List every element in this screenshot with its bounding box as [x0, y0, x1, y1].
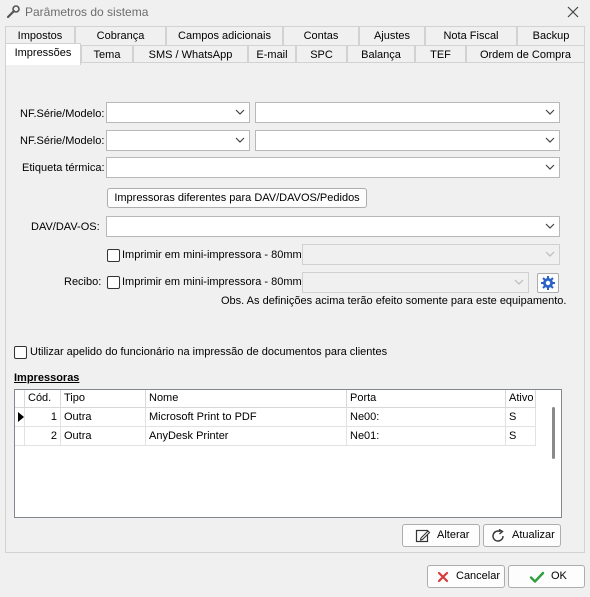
recibo-label: Recibo:: [64, 276, 102, 288]
ok-label: OK: [551, 570, 567, 582]
recibo-mini-label: Imprimir em mini-impressora - 80mm: [122, 276, 302, 288]
nf-serie-select-2[interactable]: [106, 130, 250, 151]
window-title: Parâmetros do sistema: [25, 5, 149, 19]
title-bar: Parâmetros do sistema: [0, 0, 590, 24]
table-cell-ativo[interactable]: S: [506, 408, 536, 427]
table-cell-tipo[interactable]: Outra: [61, 427, 146, 446]
tab-nota-fiscal[interactable]: Nota Fiscal: [425, 26, 517, 45]
col-header-cod[interactable]: Cód.: [25, 390, 61, 408]
impressoras-diferentes-button[interactable]: Impressoras diferentes para DAV/DAVOS/Pe…: [107, 188, 367, 208]
cancelar-button[interactable]: Cancelar: [427, 565, 505, 588]
chevron-down-icon: [545, 137, 555, 143]
refresh-icon: [492, 528, 504, 542]
mini-impressora-checkbox[interactable]: [107, 249, 120, 262]
table-cell-nome[interactable]: AnyDesk Printer: [146, 427, 347, 446]
mini-impressora-select[interactable]: [302, 244, 560, 265]
nf-serie-select[interactable]: [106, 102, 250, 123]
chevron-down-icon: [235, 109, 245, 115]
etiqueta-label: Etiqueta térmica:: [22, 162, 105, 174]
alterar-label: Alterar: [437, 529, 470, 541]
recibo-select[interactable]: [302, 272, 529, 293]
table-scrollbar[interactable]: [547, 390, 561, 517]
ok-button[interactable]: OK: [508, 565, 585, 588]
printers-table[interactable]: Cód. Tipo Nome Porta Ativo 1 Outra Micro…: [14, 389, 562, 518]
table-cell-cod[interactable]: 2: [25, 427, 61, 446]
table-cell-nome[interactable]: Microsoft Print to PDF: [146, 408, 347, 427]
wrench-icon: [6, 5, 20, 19]
recibo-mini-checkbox[interactable]: [107, 276, 120, 289]
edit-icon: [415, 529, 431, 543]
atualizar-button[interactable]: Atualizar: [483, 524, 561, 547]
chevron-down-icon: [235, 137, 245, 143]
gear-icon: [541, 276, 555, 290]
checkmark-icon: [529, 571, 545, 583]
tab-contas[interactable]: Contas: [283, 26, 359, 45]
row-indicator: [15, 427, 25, 446]
col-header-nome[interactable]: Nome: [146, 390, 347, 408]
mini-impressora-label: Imprimir em mini-impressora - 80mm: [122, 249, 302, 261]
tab-cobranca[interactable]: Cobrança: [75, 26, 166, 45]
obs-note: Obs. As definições acima terão efeito so…: [221, 295, 567, 307]
chevron-down-icon: [545, 164, 555, 170]
chevron-down-icon: [514, 279, 524, 285]
tab-impressoes[interactable]: Impressões: [5, 43, 81, 65]
cancel-x-icon: [437, 571, 449, 583]
alterar-button[interactable]: Alterar: [402, 524, 480, 547]
chevron-down-icon: [545, 223, 555, 229]
col-header-porta[interactable]: Porta: [347, 390, 506, 408]
tab-campos-adicionais[interactable]: Campos adicionais: [166, 26, 283, 45]
nf-modelo-select-2[interactable]: [255, 130, 560, 151]
row-indicator-header: [15, 390, 25, 408]
scrollbar-thumb[interactable]: [552, 407, 555, 459]
close-button[interactable]: [564, 3, 582, 21]
table-cell-cod[interactable]: 1: [25, 408, 61, 427]
nf-modelo-select[interactable]: [255, 102, 560, 123]
table-cell-porta[interactable]: Ne01:: [347, 427, 506, 446]
table-cell-ativo[interactable]: S: [506, 427, 536, 446]
dav-select[interactable]: [106, 216, 560, 237]
chevron-down-icon: [545, 109, 555, 115]
current-row-arrow-icon: [18, 412, 24, 422]
col-header-tipo[interactable]: Tipo: [61, 390, 146, 408]
etiqueta-select[interactable]: [106, 157, 560, 178]
tab-backup[interactable]: Backup: [517, 26, 585, 45]
cancelar-label: Cancelar: [456, 570, 501, 582]
nf-serie-label-2: NF.Série/Modelo:: [20, 135, 105, 147]
apelido-checkbox[interactable]: [14, 346, 27, 359]
impressoras-section-title: Impressoras: [14, 372, 80, 384]
atualizar-label: Atualizar: [512, 529, 555, 541]
tab-ajustes[interactable]: Ajustes: [359, 26, 425, 45]
row-indicator: [15, 408, 25, 427]
close-icon: [567, 6, 579, 18]
table-cell-tipo[interactable]: Outra: [61, 408, 146, 427]
dav-label: DAV/DAV-OS:: [31, 221, 100, 233]
table-cell-porta[interactable]: Ne00:: [347, 408, 506, 427]
recibo-config-button[interactable]: [537, 273, 559, 293]
col-header-ativo[interactable]: Ativo: [506, 390, 536, 408]
nf-serie-label: NF.Série/Modelo:: [20, 108, 105, 120]
apelido-label: Utilizar apelido do funcionário na impre…: [30, 346, 388, 358]
chevron-down-icon: [545, 251, 555, 257]
